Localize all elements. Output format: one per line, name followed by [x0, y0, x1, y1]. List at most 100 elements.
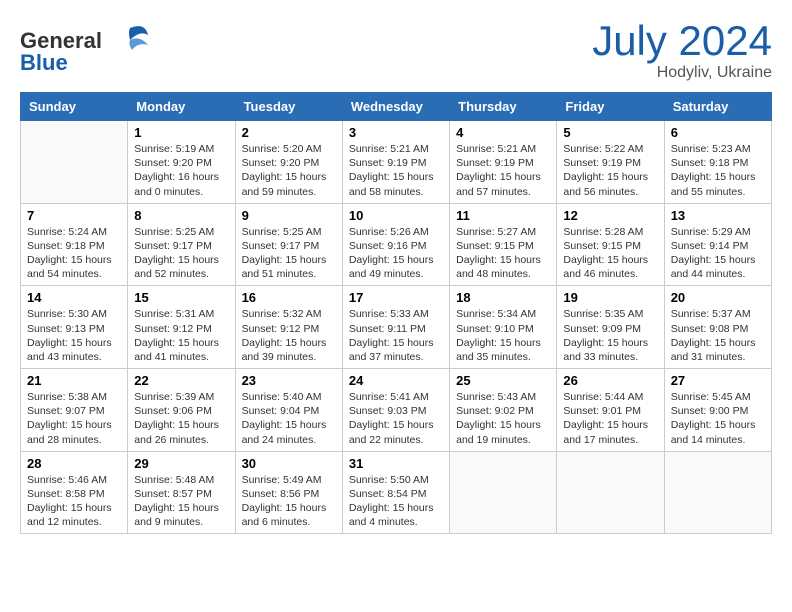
day-info: Sunrise: 5:24 AMSunset: 9:18 PMDaylight:… — [27, 225, 121, 282]
day-number: 16 — [242, 290, 336, 305]
day-cell: 14 Sunrise: 5:30 AMSunset: 9:13 PMDayligh… — [21, 286, 128, 369]
page: General Blue July 2024 Hodyliv, Ukraine … — [0, 0, 792, 612]
day-number: 15 — [134, 290, 228, 305]
day-number: 18 — [456, 290, 550, 305]
weekday-thursday: Thursday — [450, 93, 557, 121]
day-cell: 7 Sunrise: 5:24 AMSunset: 9:18 PMDaylight… — [21, 203, 128, 286]
day-info: Sunrise: 5:21 AMSunset: 9:19 PMDaylight:… — [456, 142, 550, 199]
logo-text: General Blue — [20, 20, 150, 79]
week-row-1: 1 Sunrise: 5:19 AMSunset: 9:20 PMDaylight… — [21, 121, 772, 204]
day-info: Sunrise: 5:22 AMSunset: 9:19 PMDaylight:… — [563, 142, 657, 199]
day-info: Sunrise: 5:35 AMSunset: 9:09 PMDaylight:… — [563, 307, 657, 364]
day-cell: 26 Sunrise: 5:44 AMSunset: 9:01 PMDayligh… — [557, 369, 664, 452]
day-cell: 31 Sunrise: 5:50 AMSunset: 8:54 PMDayligh… — [342, 451, 449, 534]
day-number: 8 — [134, 208, 228, 223]
day-info: Sunrise: 5:41 AMSunset: 9:03 PMDaylight:… — [349, 390, 443, 447]
day-info: Sunrise: 5:38 AMSunset: 9:07 PMDaylight:… — [27, 390, 121, 447]
header: General Blue July 2024 Hodyliv, Ukraine — [20, 20, 772, 82]
day-number: 26 — [563, 373, 657, 388]
day-info: Sunrise: 5:26 AMSunset: 9:16 PMDaylight:… — [349, 225, 443, 282]
day-cell: 19 Sunrise: 5:35 AMSunset: 9:09 PMDayligh… — [557, 286, 664, 369]
day-cell: 29 Sunrise: 5:48 AMSunset: 8:57 PMDayligh… — [128, 451, 235, 534]
day-cell: 23Sunrise: 5:40 AMSunset: 9:04 PMDayligh… — [235, 369, 342, 452]
day-cell: 13Sunrise: 5:29 AMSunset: 9:14 PMDayligh… — [664, 203, 771, 286]
day-cell: 20 Sunrise: 5:37 AMSunset: 9:08 PMDayligh… — [664, 286, 771, 369]
day-info: Sunrise: 5:28 AMSunset: 9:15 PMDaylight:… — [563, 225, 657, 282]
day-info: Sunrise: 5:40 AMSunset: 9:04 PMDaylight:… — [242, 390, 336, 447]
day-info: Sunrise: 5:25 AMSunset: 9:17 PMDaylight:… — [134, 225, 228, 282]
week-row-4: 21Sunrise: 5:38 AMSunset: 9:07 PMDayligh… — [21, 369, 772, 452]
day-number: 4 — [456, 125, 550, 140]
day-number: 22 — [134, 373, 228, 388]
title-block: July 2024 Hodyliv, Ukraine — [592, 20, 772, 82]
day-number: 14 — [27, 290, 121, 305]
day-info: Sunrise: 5:50 AMSunset: 8:54 PMDaylight:… — [349, 473, 443, 530]
day-number: 24 — [349, 373, 443, 388]
day-cell: 25Sunrise: 5:43 AMSunset: 9:02 PMDayligh… — [450, 369, 557, 452]
weekday-saturday: Saturday — [664, 93, 771, 121]
day-cell: 21Sunrise: 5:38 AMSunset: 9:07 PMDayligh… — [21, 369, 128, 452]
day-number: 13 — [671, 208, 765, 223]
day-cell: 11Sunrise: 5:27 AMSunset: 9:15 PMDayligh… — [450, 203, 557, 286]
day-cell: 6 Sunrise: 5:23 AMSunset: 9:18 PMDaylight… — [664, 121, 771, 204]
calendar-location: Hodyliv, Ukraine — [592, 64, 772, 82]
day-number: 27 — [671, 373, 765, 388]
day-cell: 9Sunrise: 5:25 AMSunset: 9:17 PMDaylight… — [235, 203, 342, 286]
day-cell: 5 Sunrise: 5:22 AMSunset: 9:19 PMDaylight… — [557, 121, 664, 204]
week-row-3: 14 Sunrise: 5:30 AMSunset: 9:13 PMDayligh… — [21, 286, 772, 369]
calendar-table: SundayMondayTuesdayWednesdayThursdayFrid… — [20, 92, 772, 534]
day-info: Sunrise: 5:43 AMSunset: 9:02 PMDaylight:… — [456, 390, 550, 447]
day-info: Sunrise: 5:44 AMSunset: 9:01 PMDaylight:… — [563, 390, 657, 447]
week-row-5: 28 Sunrise: 5:46 AMSunset: 8:58 PMDayligh… — [21, 451, 772, 534]
day-info: Sunrise: 5:19 AMSunset: 9:20 PMDaylight:… — [134, 142, 228, 199]
day-info: Sunrise: 5:30 AMSunset: 9:13 PMDaylight:… — [27, 307, 121, 364]
day-info: Sunrise: 5:27 AMSunset: 9:15 PMDaylight:… — [456, 225, 550, 282]
day-cell: 18 Sunrise: 5:34 AMSunset: 9:10 PMDayligh… — [450, 286, 557, 369]
day-cell: 4 Sunrise: 5:21 AMSunset: 9:19 PMDaylight… — [450, 121, 557, 204]
day-cell — [557, 451, 664, 534]
day-number: 5 — [563, 125, 657, 140]
day-cell: 28 Sunrise: 5:46 AMSunset: 8:58 PMDayligh… — [21, 451, 128, 534]
day-info: Sunrise: 5:21 AMSunset: 9:19 PMDaylight:… — [349, 142, 443, 199]
logo-svg: General Blue — [20, 20, 150, 75]
day-number: 10 — [349, 208, 443, 223]
day-cell — [664, 451, 771, 534]
day-number: 7 — [27, 208, 121, 223]
day-cell: 27Sunrise: 5:45 AMSunset: 9:00 PMDayligh… — [664, 369, 771, 452]
day-cell: 15Sunrise: 5:31 AMSunset: 9:12 PMDayligh… — [128, 286, 235, 369]
day-number: 3 — [349, 125, 443, 140]
day-cell: 24 Sunrise: 5:41 AMSunset: 9:03 PMDayligh… — [342, 369, 449, 452]
day-info: Sunrise: 5:48 AMSunset: 8:57 PMDaylight:… — [134, 473, 228, 530]
day-cell — [21, 121, 128, 204]
day-cell: 3 Sunrise: 5:21 AMSunset: 9:19 PMDaylight… — [342, 121, 449, 204]
day-info: Sunrise: 5:39 AMSunset: 9:06 PMDaylight:… — [134, 390, 228, 447]
day-info: Sunrise: 5:37 AMSunset: 9:08 PMDaylight:… — [671, 307, 765, 364]
day-number: 31 — [349, 456, 443, 471]
day-cell: 1 Sunrise: 5:19 AMSunset: 9:20 PMDaylight… — [128, 121, 235, 204]
day-cell: 10 Sunrise: 5:26 AMSunset: 9:16 PMDayligh… — [342, 203, 449, 286]
day-cell: 16 Sunrise: 5:32 AMSunset: 9:12 PMDayligh… — [235, 286, 342, 369]
day-number: 19 — [563, 290, 657, 305]
logo: General Blue — [20, 20, 150, 79]
week-row-2: 7 Sunrise: 5:24 AMSunset: 9:18 PMDaylight… — [21, 203, 772, 286]
weekday-friday: Friday — [557, 93, 664, 121]
day-info: Sunrise: 5:46 AMSunset: 8:58 PMDaylight:… — [27, 473, 121, 530]
day-number: 6 — [671, 125, 765, 140]
day-info: Sunrise: 5:32 AMSunset: 9:12 PMDaylight:… — [242, 307, 336, 364]
svg-text:Blue: Blue — [20, 50, 68, 75]
day-number: 1 — [134, 125, 228, 140]
day-info: Sunrise: 5:34 AMSunset: 9:10 PMDaylight:… — [456, 307, 550, 364]
day-number: 17 — [349, 290, 443, 305]
day-number: 29 — [134, 456, 228, 471]
day-cell — [450, 451, 557, 534]
day-info: Sunrise: 5:25 AMSunset: 9:17 PMDaylight:… — [242, 225, 336, 282]
day-info: Sunrise: 5:33 AMSunset: 9:11 PMDaylight:… — [349, 307, 443, 364]
day-cell: 12Sunrise: 5:28 AMSunset: 9:15 PMDayligh… — [557, 203, 664, 286]
day-info: Sunrise: 5:23 AMSunset: 9:18 PMDaylight:… — [671, 142, 765, 199]
day-number: 30 — [242, 456, 336, 471]
weekday-monday: Monday — [128, 93, 235, 121]
day-number: 28 — [27, 456, 121, 471]
day-number: 20 — [671, 290, 765, 305]
day-info: Sunrise: 5:49 AMSunset: 8:56 PMDaylight:… — [242, 473, 336, 530]
day-cell: 2Sunrise: 5:20 AMSunset: 9:20 PMDaylight… — [235, 121, 342, 204]
